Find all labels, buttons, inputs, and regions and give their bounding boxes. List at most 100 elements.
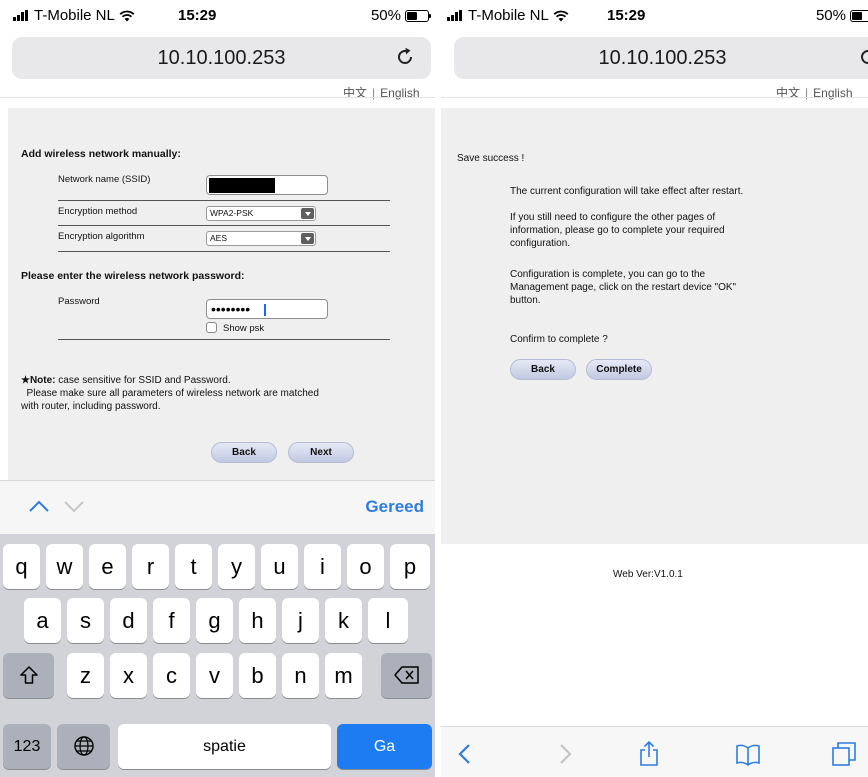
key-i[interactable]: i [304,544,341,589]
key-u[interactable]: u [261,544,298,589]
key-t[interactable]: t [175,544,212,589]
status-bar: T-Mobile NL 15:29 50% [441,0,868,32]
key-k[interactable]: k [325,598,362,643]
next-button[interactable]: Next [288,442,354,463]
language-switch: 中文 | English [343,84,420,101]
next-field-icon[interactable] [63,499,85,513]
left-screen: T-Mobile NL 15:29 50% 10.10.100.253 中文 | E… [0,0,435,777]
info-line: configuration. [510,238,571,249]
key-x[interactable]: x [110,653,147,698]
password-input[interactable]: •••••••• [206,299,328,319]
forward-icon[interactable] [551,741,577,767]
encryption-method-label: Encryption method [58,206,138,217]
show-psk-checkbox[interactable] [206,322,217,333]
carrier-name: T-Mobile NL [468,7,549,24]
reload-icon[interactable] [856,45,868,69]
info-line: information, please go to complete your … [510,225,725,236]
reload-icon[interactable] [393,45,417,69]
wifi-icon [119,10,135,21]
key-m[interactable]: m [325,653,362,698]
password-heading: Please enter the wireless network passwo… [21,270,245,282]
key-v[interactable]: v [196,653,233,698]
battery-icon [405,9,431,22]
battery-percent: 50% [370,7,401,24]
key-z[interactable]: z [67,653,104,698]
browser-toolbar [441,726,868,777]
share-icon[interactable] [636,741,662,767]
shift-key[interactable] [3,653,54,698]
key-g[interactable]: g [196,598,233,643]
key-s[interactable]: s [67,598,104,643]
url-text: 10.10.100.253 [157,47,286,69]
signal-icon [13,10,28,21]
key-j[interactable]: j [282,598,319,643]
key-q[interactable]: q [3,544,40,589]
password-value: •••••••• [211,301,251,317]
key-c[interactable]: c [153,653,190,698]
onscreen-keyboard: q w e r t y u i o p a s d f g h j k l z … [0,534,435,777]
clock: 15:29 [178,7,217,24]
encryption-algorithm-value: AES [210,233,228,243]
key-l[interactable]: l [368,598,408,643]
complete-button[interactable]: Complete [586,359,652,380]
previous-field-icon[interactable] [28,499,50,513]
space-key[interactable]: spatie [118,724,331,769]
tabs-icon[interactable] [831,741,857,767]
key-d[interactable]: d [110,598,147,643]
key-b[interactable]: b [239,653,276,698]
key-h[interactable]: h [239,598,276,643]
go-key[interactable]: Ga [337,724,432,769]
ssid-label: Network name (SSID) [58,174,151,185]
status-bar: T-Mobile NL 15:29 50% [0,0,435,32]
key-a[interactable]: a [24,598,61,643]
back-button[interactable]: Back [211,442,277,463]
url-text: 10.10.100.253 [598,47,727,69]
address-bar[interactable]: 10.10.100.253 [12,37,431,79]
key-w[interactable]: w [46,544,83,589]
signal-icon [447,10,462,21]
carrier-info: T-Mobile NL [447,7,569,24]
key-f[interactable]: f [153,598,190,643]
note-text: case sensitive for SSID and Password. [55,375,231,386]
info-line: Management page, click on the restart de… [510,282,737,293]
encryption-method-select[interactable]: WPA2-PSK [206,206,316,221]
info-line: If you still need to configure the other… [510,212,716,223]
address-bar[interactable]: 10.10.100.253 [454,37,868,79]
bookmarks-icon[interactable] [735,741,761,767]
encryption-algorithm-select[interactable]: AES [206,231,316,246]
ssid-redaction [209,178,275,193]
info-line: button. [510,295,541,306]
save-result-panel: Save success ! The current configuration… [441,108,868,544]
battery-info: 50% [370,7,431,24]
globe-key[interactable] [57,724,110,769]
header-divider [0,97,435,98]
save-success-text: Save success ! [457,153,525,164]
key-o[interactable]: o [347,544,384,589]
back-button[interactable]: Back [510,359,576,380]
right-screen: T-Mobile NL 15:29 50% 10.10.100.253 中文 | E… [441,0,868,777]
encryption-method-value: WPA2-PSK [210,208,254,218]
battery-info: 50% [816,7,868,24]
key-p[interactable]: p [390,544,430,589]
key-r[interactable]: r [132,544,169,589]
dropdown-arrow-icon [301,233,314,244]
back-icon[interactable] [453,741,479,767]
numbers-key[interactable]: 123 [3,724,51,769]
key-e[interactable]: e [89,544,126,589]
battery-percent: 50% [815,7,846,24]
restart-info-text: The current configuration will take effe… [510,186,744,197]
password-label: Password [58,296,100,307]
key-n[interactable]: n [282,653,319,698]
language-switch: 中文 | English [776,84,853,101]
manual-heading: Add wireless network manually: [21,148,181,160]
dropdown-arrow-icon [301,208,314,219]
key-y[interactable]: y [218,544,255,589]
backspace-key[interactable] [381,653,432,698]
globe-icon [73,736,94,756]
encryption-algorithm-label: Encryption algorithm [58,231,145,242]
ssid-input[interactable] [206,175,328,195]
note-line-1: ★Note: case sensitive for SSID and Passw… [21,374,231,387]
done-button[interactable]: Gereed [365,497,424,517]
keyboard-accessory-bar: Gereed [0,480,435,534]
backspace-icon [393,666,419,684]
